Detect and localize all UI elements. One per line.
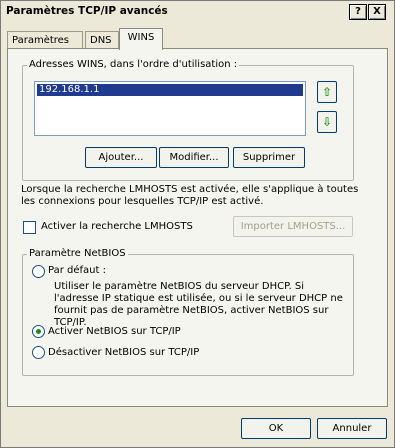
help-button[interactable]: ? <box>349 4 367 20</box>
tab-wins[interactable]: WINS <box>119 28 163 50</box>
window-title: Paramètres TCP/IP avancés <box>6 5 168 17</box>
tab-parametres-ip[interactable]: Paramètres IP <box>7 31 83 63</box>
import-lmhosts-button[interactable]: Importer LMHOSTS... <box>233 216 353 237</box>
cancel-button[interactable]: Annuler <box>317 418 387 439</box>
radio-enable-netbios[interactable] <box>32 325 45 338</box>
lmhosts-checkbox-label[interactable]: Activer la recherche LMHOSTS <box>41 221 193 233</box>
move-up-button[interactable]: ⇧ <box>317 81 337 103</box>
netbios-default-description: Utiliser le paramètre NetBIOS du serveur… <box>54 281 343 328</box>
tab-dns[interactable]: DNS <box>85 31 119 49</box>
add-button[interactable]: Ajouter... <box>85 147 157 168</box>
ok-button[interactable]: OK <box>241 418 311 439</box>
netbios-group-label: Paramètre NetBIOS <box>27 248 128 259</box>
move-down-button[interactable]: ⇩ <box>317 111 337 133</box>
wins-address-list[interactable]: 192.168.1.1 <box>34 81 306 136</box>
radio-disable-netbios[interactable] <box>32 346 45 359</box>
lmhosts-description: Lorsque la recherche LMHOSTS est activée… <box>21 184 359 207</box>
radio-disable-netbios-label[interactable]: Désactiver NetBIOS sur TCP/IP <box>48 347 199 359</box>
radio-default[interactable] <box>32 265 45 278</box>
radio-enable-netbios-label[interactable]: Activer NetBIOS sur TCP/IP <box>48 326 181 338</box>
close-button[interactable]: X <box>368 4 386 20</box>
radio-selected-dot <box>36 329 41 334</box>
wins-group-label: Adresses WINS, dans l'ordre d'utilisatio… <box>27 59 240 70</box>
list-item[interactable]: 192.168.1.1 <box>37 84 303 96</box>
green-up-arrow-icon: ⇧ <box>321 85 333 99</box>
title-bar: Paramètres TCP/IP avancés ? X <box>2 2 393 20</box>
radio-default-label[interactable]: Par défaut : <box>48 265 106 277</box>
green-down-arrow-icon: ⇩ <box>321 115 333 129</box>
modify-button[interactable]: Modifier... <box>159 147 229 168</box>
dialog-window: Paramètres TCP/IP avancés ? X Paramètres… <box>0 0 395 448</box>
lmhosts-checkbox[interactable] <box>23 221 36 234</box>
remove-button[interactable]: Supprimer <box>233 147 305 168</box>
